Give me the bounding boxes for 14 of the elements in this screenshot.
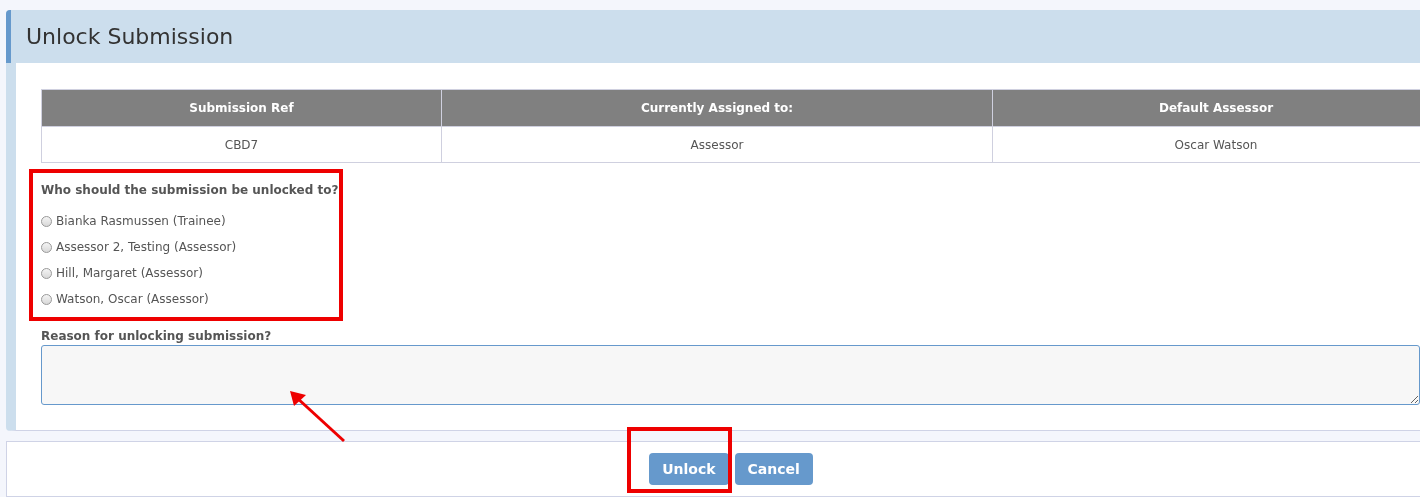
action-button[interactable]: Unlock	[649, 453, 729, 485]
option-label: Assessor 2, Testing (Assessor)	[56, 240, 237, 254]
table-cell: Assessor	[441, 126, 993, 163]
action-button[interactable]: Cancel	[734, 453, 813, 485]
option-label: Watson, Oscar (Assessor)	[56, 292, 209, 306]
column-header: Default Assessor	[992, 89, 1420, 127]
column-header: Currently Assigned to:	[441, 89, 993, 127]
question-label: Who should the submission be unlocked to?	[41, 183, 340, 197]
table-cell: CBD7	[41, 126, 442, 163]
option-label: Bianka Rasmussen (Trainee)	[56, 214, 226, 228]
option-label: Hill, Margaret (Assessor)	[56, 266, 203, 280]
column-header: Submission Ref	[41, 89, 442, 127]
panel-title: Unlock Submission	[26, 24, 234, 49]
reason-label: Reason for unlocking submission?	[41, 329, 273, 343]
